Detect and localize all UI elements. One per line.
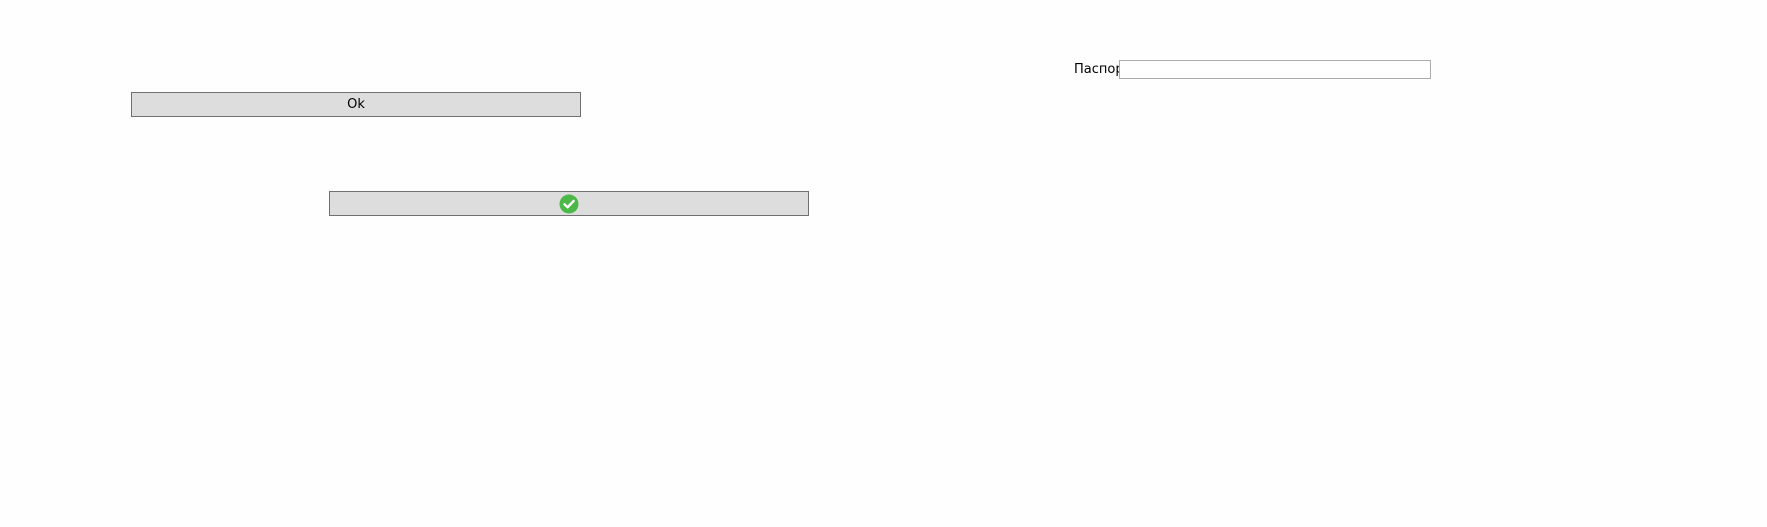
confirm-button[interactable] xyxy=(329,191,809,216)
check-circle-icon xyxy=(559,194,579,213)
app-window: Паспорт Ok xyxy=(0,0,1767,527)
passport-input[interactable] xyxy=(1119,60,1431,79)
ok-button-label: Ok xyxy=(347,97,365,112)
ok-button[interactable]: Ok xyxy=(131,92,581,117)
